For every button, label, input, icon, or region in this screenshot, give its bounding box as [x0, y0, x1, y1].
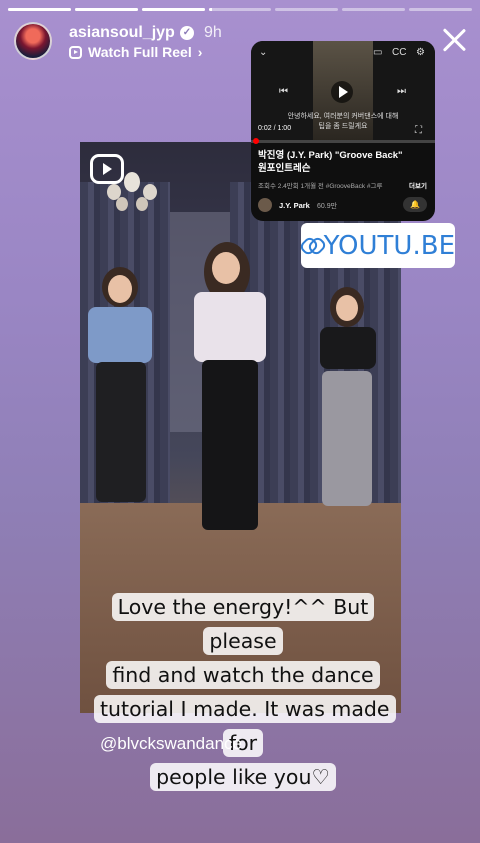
link-sticker[interactable]: YOUTU.BE — [301, 223, 455, 268]
caption-line: find and watch the dance — [106, 661, 380, 689]
story-caption: Love the energy!^^ But please find and w… — [94, 590, 396, 794]
caption-line: people like you♡ — [150, 763, 336, 791]
subscriber-count: 60.9만 — [317, 203, 338, 210]
video-title: 박진영 (J.Y. Park) "Groove Back" 원포인트레슨 — [258, 150, 403, 174]
chevron-down-icon: ⌄ — [259, 47, 268, 58]
progress-segment — [141, 8, 205, 11]
close-icon[interactable] — [440, 26, 468, 54]
progress-segment — [8, 8, 71, 11]
subtitle-line: 안녕하세요, 여러분의 커버댄스에 대해 — [287, 113, 399, 120]
watch-full-reel-link[interactable]: Watch Full Reel › — [69, 44, 202, 60]
cast-icon: ▭ — [373, 47, 383, 58]
username[interactable]: asiansoul_jyp — [69, 24, 175, 42]
next-icon: ⏭ — [397, 86, 406, 97]
more-link: 더보기 — [409, 183, 427, 190]
captions-icon: CC — [392, 47, 407, 58]
video-progress — [251, 138, 435, 144]
youtube-player: ⌄ ▭ CC ⚙ ⏮ ⏭ 안녕하세요, 여러분의 커버댄스에 대해 팁을 좀 드… — [251, 41, 435, 141]
video-time: 0:02 / 1:00 — [258, 125, 292, 132]
video-meta: 조회수 2.4만회 1개월 전 #GrooveBack #그루 — [258, 183, 383, 190]
previous-icon: ⏮ — [279, 86, 288, 97]
progress-segment — [74, 8, 138, 11]
watch-full-reel-label: Watch Full Reel — [88, 44, 192, 60]
link-sticker-label: YOUTU.BE — [323, 230, 455, 261]
settings-icon: ⚙ — [416, 47, 425, 58]
bell-icon: 🔔 — [403, 197, 427, 212]
avatar[interactable] — [14, 22, 52, 60]
time-ago: 9h — [204, 24, 222, 41]
channel-name: J.Y. Park — [279, 201, 310, 210]
story-progress-bar — [8, 8, 473, 11]
verified-icon: ✓ — [180, 26, 194, 40]
youtube-screenshot: ⌄ ▭ CC ⚙ ⏮ ⏭ 안녕하세요, 여러분의 커버댄스에 대해 팁을 좀 드… — [251, 41, 435, 221]
progress-segment — [342, 8, 406, 11]
link-icon — [301, 239, 318, 253]
progress-segment — [409, 8, 473, 11]
reel-icon — [69, 45, 82, 59]
mention-tag[interactable]: @blvckswandance — [100, 734, 242, 754]
caption-line: Love the energy!^^ But please — [111, 593, 375, 655]
chevron-right-icon: › — [197, 44, 203, 60]
progress-segment — [208, 8, 272, 11]
reels-icon — [90, 154, 124, 184]
play-icon — [331, 81, 353, 103]
progress-segment — [275, 8, 339, 11]
fullscreen-icon: ⛶ — [415, 125, 422, 136]
channel-avatar — [258, 198, 272, 212]
